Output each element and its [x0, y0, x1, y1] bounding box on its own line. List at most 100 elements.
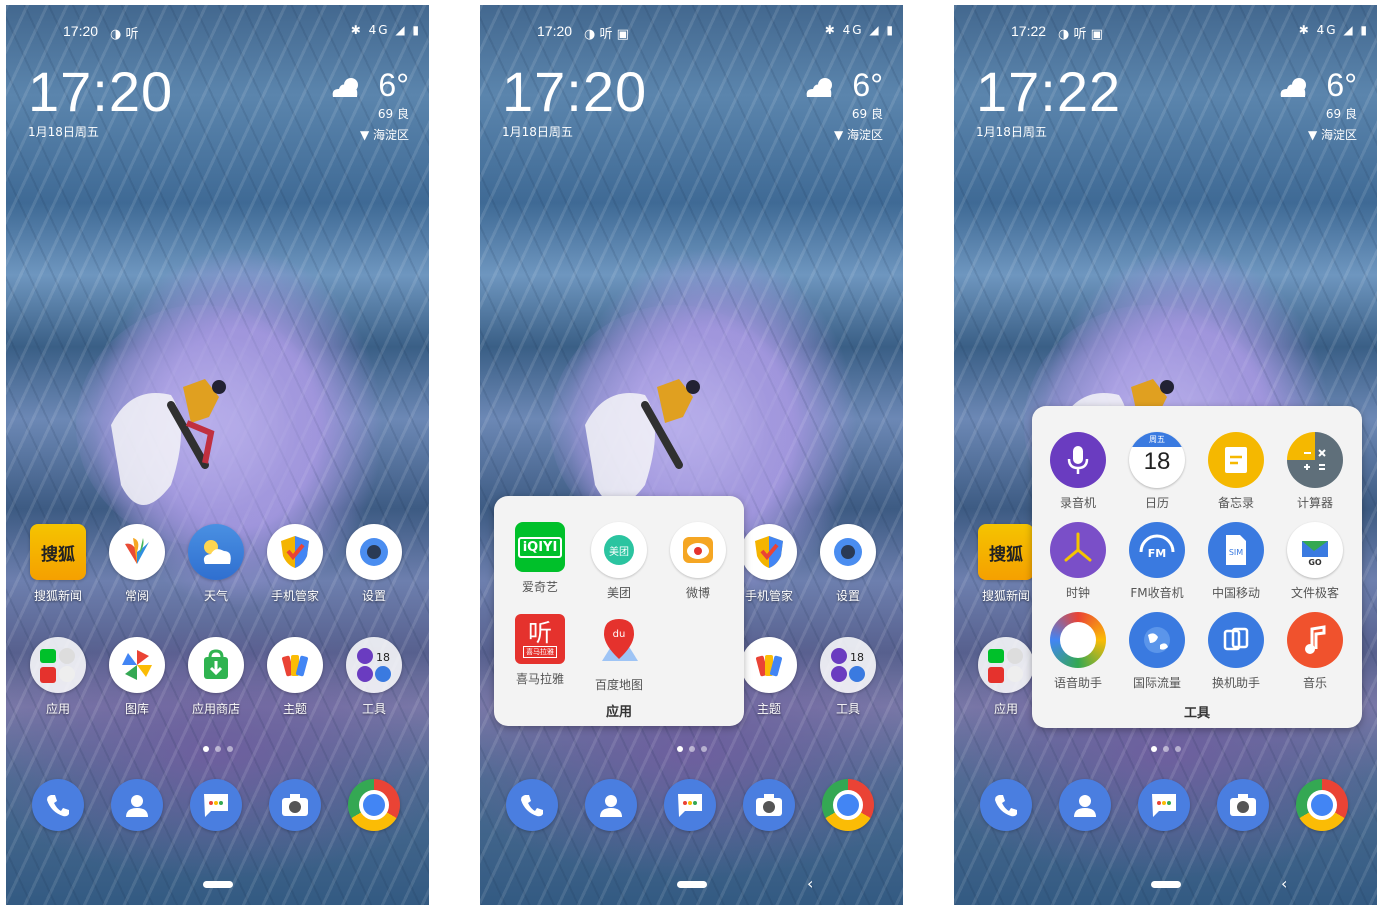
dock-phone[interactable]: [494, 779, 570, 831]
partly-cloudy-icon: [806, 78, 832, 97]
folder-title[interactable]: 应用: [494, 701, 744, 720]
app-changyue[interactable]: 常阅: [99, 524, 175, 604]
dock-chrome[interactable]: [810, 779, 886, 831]
app-store[interactable]: 应用商店: [178, 637, 254, 717]
app-iqiyi[interactable]: iQIYI 爱奇艺: [501, 522, 579, 595]
app-calendar[interactable]: 周五 18 日历: [1118, 432, 1196, 511]
folder-preview-icon: 18: [820, 637, 876, 693]
weather-widget[interactable]: 6° 69 良 ▼ 海淀区: [1308, 67, 1357, 143]
status-time: 17:22: [1011, 23, 1047, 39]
changyue-book-icon: [109, 524, 165, 580]
app-files-go[interactable]: GO 文件极客: [1276, 522, 1354, 601]
clock-widget-date: 1月18日周五: [502, 125, 573, 139]
folder-tools[interactable]: 18 工具: [810, 637, 886, 717]
app-themes[interactable]: 主题: [257, 637, 333, 717]
dock-contacts[interactable]: [1047, 779, 1123, 831]
shopping-bag-icon: [188, 637, 244, 693]
folder-tools[interactable]: 18 工具: [336, 637, 412, 717]
app-label: 日历: [1144, 496, 1169, 510]
app-settings[interactable]: 设置: [336, 524, 412, 604]
weather-location: ▼ 海淀区: [1307, 128, 1357, 142]
status-indicators: ◑ 听 ▣: [584, 27, 629, 42]
app-baidu-map[interactable]: du 百度地图: [580, 614, 658, 693]
back-chevron-icon[interactable]: ‹: [807, 874, 813, 893]
status-signal-icons: ✱ 4G ◢ ▮: [824, 23, 895, 37]
dock-chrome[interactable]: [336, 779, 412, 831]
app-ximalaya[interactable]: 听 喜马拉雅 喜马拉雅: [501, 614, 579, 687]
clock-widget-time[interactable]: 17:20: [28, 62, 173, 122]
app-clock[interactable]: 时钟: [1039, 522, 1117, 601]
page-indicator[interactable]: [676, 746, 707, 752]
dock-phone[interactable]: [20, 779, 96, 831]
weather-temp: 6°: [1326, 67, 1357, 103]
weather-widget[interactable]: 6° 69 良 ▼ 海淀区: [360, 67, 409, 143]
folder-apps[interactable]: 应用: [20, 637, 96, 717]
folder-title[interactable]: 工具: [1032, 702, 1362, 721]
weather-temp: 6°: [852, 67, 883, 103]
dock-messages[interactable]: [178, 779, 254, 831]
weather-aqi: 69 良: [851, 107, 883, 121]
gear-icon: [346, 524, 402, 580]
weather-widget[interactable]: 6° 69 良 ▼ 海淀区: [834, 67, 883, 143]
back-chevron-icon[interactable]: ‹: [1281, 874, 1287, 893]
app-label: 备忘录: [1217, 496, 1254, 510]
weather-temp: 6°: [378, 67, 409, 103]
app-calculator[interactable]: 计算器: [1276, 432, 1354, 511]
app-voice-assistant[interactable]: 语音助手: [1039, 612, 1117, 691]
app-label: 应用: [45, 702, 70, 716]
app-sohu-news[interactable]: 搜狐 搜狐新闻: [20, 524, 96, 604]
phone-icon: [506, 779, 558, 831]
app-label: 换机助手: [1211, 676, 1260, 690]
app-label: 喜马拉雅: [515, 672, 564, 686]
app-weibo[interactable]: 微博: [659, 522, 737, 601]
page-indicator[interactable]: [1150, 746, 1181, 752]
dock-camera[interactable]: [731, 779, 807, 831]
app-meituan[interactable]: 美团 美团: [580, 522, 658, 601]
app-gallery[interactable]: 图库: [99, 637, 175, 717]
clock-widget-time[interactable]: 17:22: [976, 62, 1121, 122]
iqiyi-icon-text: iQIYI: [517, 536, 563, 558]
dock-messages[interactable]: [652, 779, 728, 831]
dock-contacts[interactable]: [573, 779, 649, 831]
dock-contacts[interactable]: [99, 779, 175, 831]
baidu-icon-text: du: [613, 629, 626, 640]
app-settings[interactable]: 设置: [810, 524, 886, 604]
app-label: 音乐: [1302, 676, 1327, 690]
dock-chrome[interactable]: [1284, 779, 1360, 831]
theme-palette-icon: [741, 637, 797, 693]
phone-icon: [32, 779, 84, 831]
tools-folder-calendar-text: 18: [850, 651, 864, 664]
app-label: 国际流量: [1132, 676, 1181, 690]
dock-phone[interactable]: [968, 779, 1044, 831]
phone-screen-2: 17:20 ◑ 听 ▣ ✱ 4G ◢ ▮ 17:20 1月18日周五 6° 69…: [480, 5, 903, 905]
app-phone-clone[interactable]: 换机助手: [1197, 612, 1275, 691]
dock-camera[interactable]: [257, 779, 333, 831]
clock-widget-time[interactable]: 17:20: [502, 62, 647, 122]
home-button[interactable]: [202, 881, 233, 888]
app-phone-manager[interactable]: 手机管家: [257, 524, 333, 604]
status-bar: 17:20 ◑ 听 ▣ ✱ 4G ◢ ▮: [480, 23, 903, 43]
page-indicator[interactable]: [202, 746, 233, 752]
app-china-mobile[interactable]: SIM 中国移动: [1197, 522, 1275, 601]
app-music[interactable]: 音乐: [1276, 612, 1354, 691]
iqiyi-icon: iQIYI: [515, 522, 565, 572]
dock-messages[interactable]: [1126, 779, 1202, 831]
app-recorder[interactable]: 录音机: [1039, 432, 1117, 511]
app-label: 微博: [685, 586, 710, 600]
phone-screen-1: 17:20 ◑ 听 ✱ 4G ◢ ▮ 17:20 1月18日周五 6° 69 良…: [6, 5, 429, 905]
dock-camera[interactable]: [1205, 779, 1281, 831]
app-fm-radio[interactable]: FM FM收音机: [1118, 522, 1196, 601]
status-signal-icons: ✱ 4G ◢ ▮: [1298, 23, 1369, 37]
home-button[interactable]: [676, 881, 707, 888]
sohu-icon-text: 搜狐: [41, 544, 75, 565]
ximalaya-icon-text: 听: [528, 619, 552, 647]
app-label: 中国移动: [1211, 586, 1260, 600]
ximalaya-icon: 听 喜马拉雅: [515, 614, 565, 664]
status-bar: 17:20 ◑ 听 ✱ 4G ◢ ▮: [6, 23, 429, 43]
home-button[interactable]: [1150, 881, 1181, 888]
app-weather[interactable]: 天气: [178, 524, 254, 604]
go-icon-text: GO: [1308, 558, 1322, 567]
app-notes[interactable]: 备忘录: [1197, 432, 1275, 511]
app-global-data[interactable]: 国际流量: [1118, 612, 1196, 691]
contacts-icon: [1059, 779, 1111, 831]
